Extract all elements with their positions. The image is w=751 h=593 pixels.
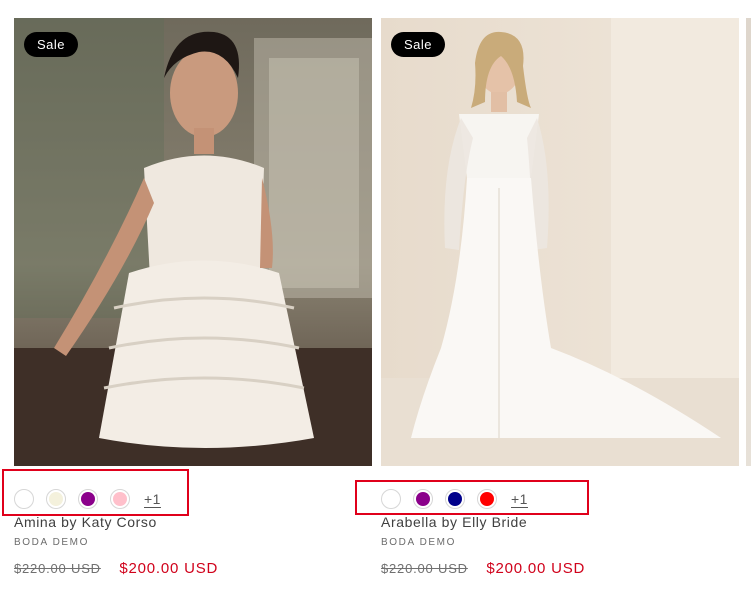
product-image[interactable]: Sale <box>14 18 372 466</box>
product-title[interactable]: Amina by Katy Corso <box>14 514 157 530</box>
product-vendor: BODA DEMO <box>381 537 456 548</box>
price-block: $220.00 USD $200.00 USD <box>381 560 585 578</box>
compare-price: $220.00 USD <box>14 561 101 576</box>
product-photo <box>381 18 739 466</box>
swatch-highlight-box <box>2 469 189 516</box>
product-title[interactable]: Arabella by Elly Bride <box>381 514 527 530</box>
sale-price: $200.00 USD <box>119 560 219 577</box>
sale-badge: Sale <box>24 32 79 57</box>
product-card[interactable]: Sale +1 Arabella by Elly Bride BODA DEMO… <box>381 18 739 577</box>
product-vendor: BODA DEMO <box>14 537 89 548</box>
sale-badge: Sale <box>391 32 446 57</box>
product-image[interactable] <box>746 18 751 466</box>
product-image[interactable]: Sale <box>381 18 739 466</box>
product-photo <box>14 18 372 466</box>
product-card-partial[interactable] <box>746 18 751 466</box>
sale-price: $200.00 USD <box>486 560 586 577</box>
swatch-highlight-box <box>355 480 589 515</box>
compare-price: $220.00 USD <box>381 561 468 576</box>
product-card[interactable]: Sale +1 Amina by Katy Corso BODA DEMO $2… <box>14 18 372 577</box>
price-block: $220.00 USD $200.00 USD <box>14 560 218 578</box>
